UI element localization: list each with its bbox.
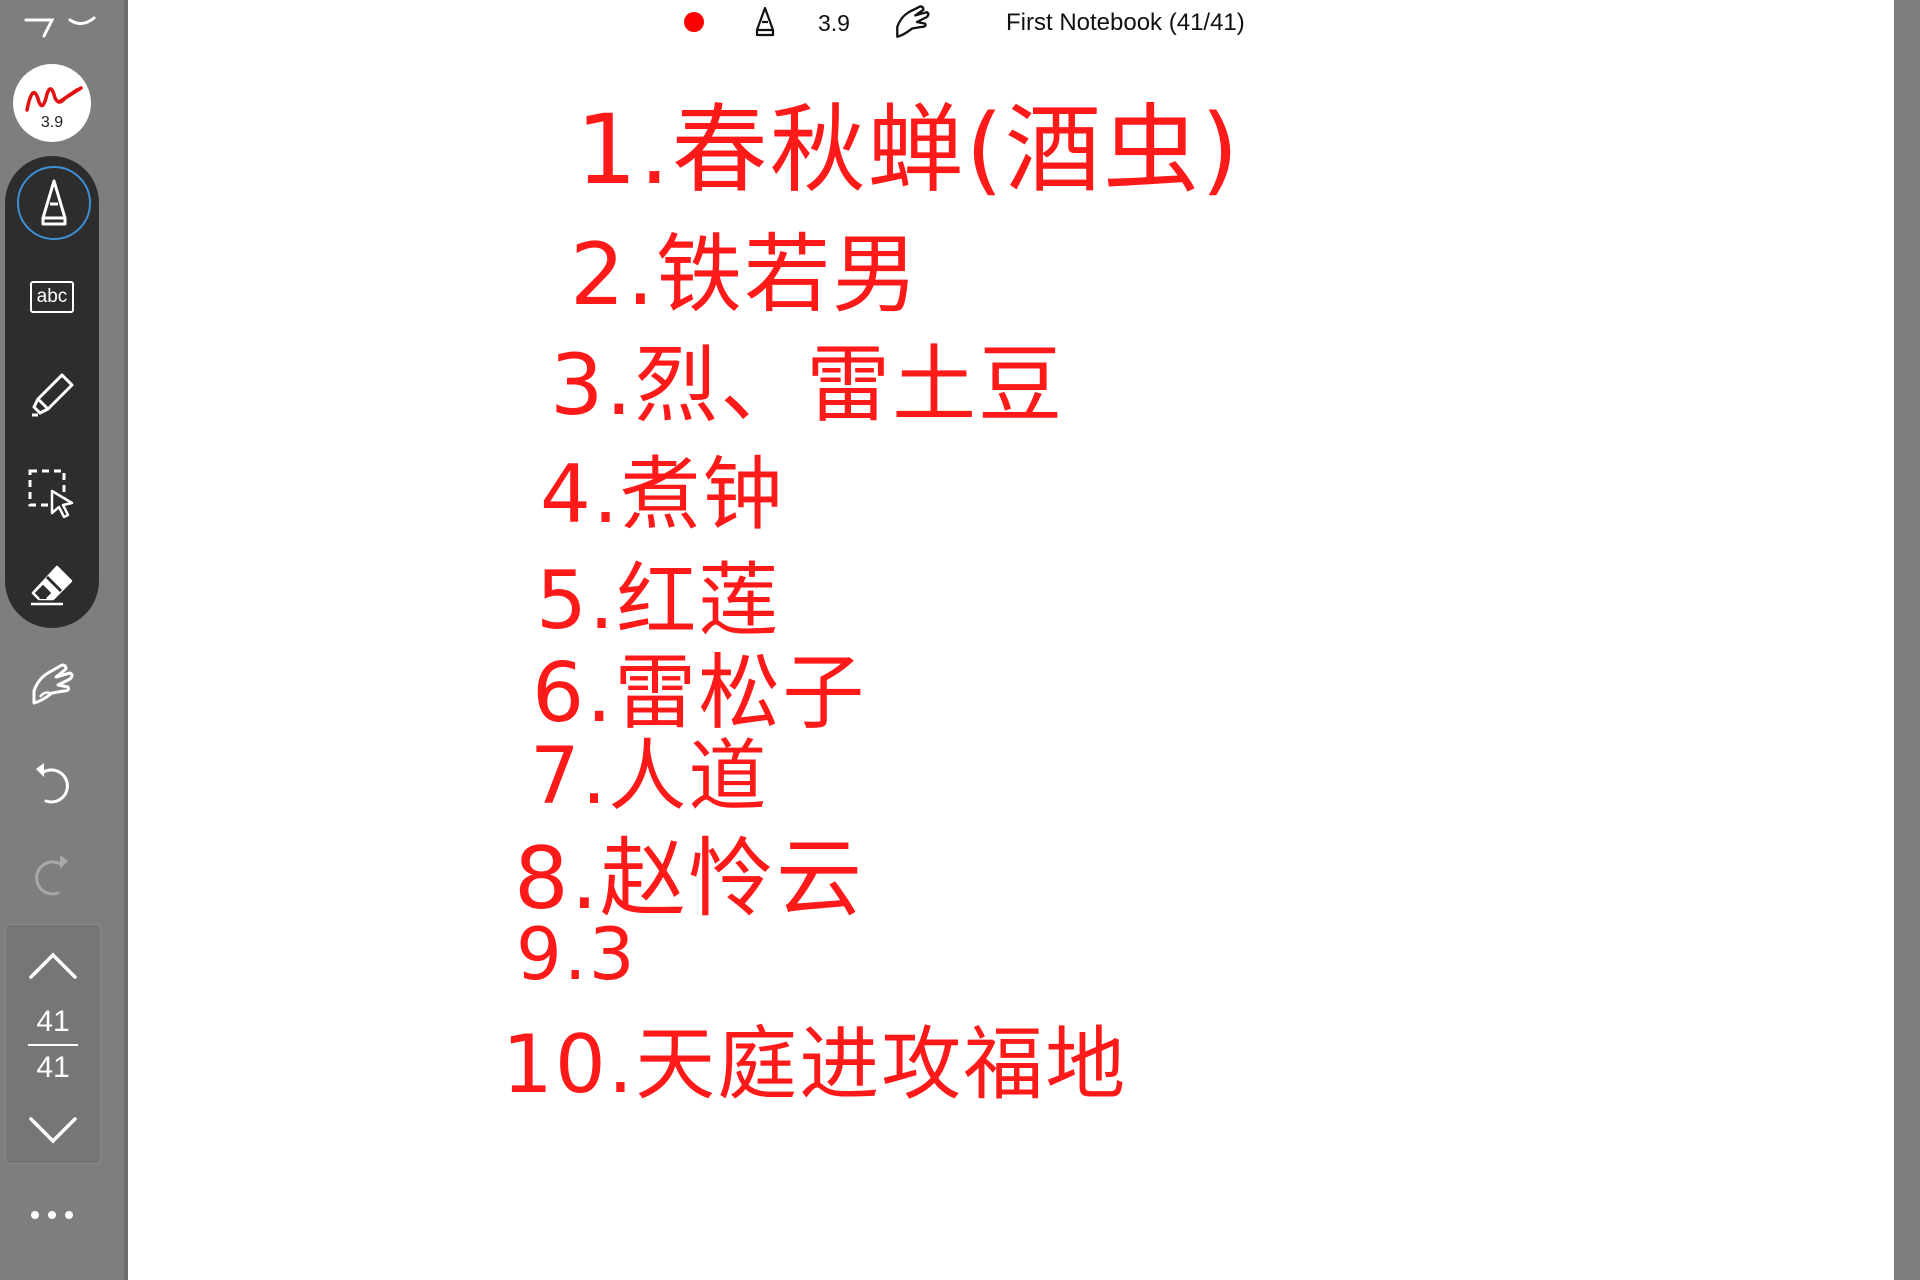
page-navigator: 41 41 xyxy=(5,924,101,1164)
pen-tool-button[interactable] xyxy=(17,166,91,240)
drawing-tools-group: abc xyxy=(5,156,99,628)
more-icon xyxy=(31,1211,73,1219)
current-page-number: 41 xyxy=(36,1005,70,1038)
note-line: 3.烈、雷土豆 xyxy=(550,336,1065,434)
right-scroll-strip[interactable] xyxy=(1894,0,1920,1280)
page-up-icon[interactable] xyxy=(28,951,78,981)
note-line: 9.3 xyxy=(516,912,637,996)
text-box-icon: abc xyxy=(29,281,75,313)
note-line: 2.铁若男 xyxy=(570,225,921,325)
lasso-select-icon xyxy=(28,469,74,519)
more-button[interactable] xyxy=(13,1195,91,1235)
note-line: 10.天庭进攻福地 xyxy=(502,1018,1128,1111)
note-line: 4.煮钟 xyxy=(540,448,785,541)
total-page-number: 41 xyxy=(36,1051,70,1084)
finger-draw-icon[interactable] xyxy=(892,4,932,40)
pen-icon xyxy=(41,179,67,226)
page-fraction-divider xyxy=(28,1044,78,1046)
notebook-title[interactable]: First Notebook (41/41) xyxy=(1006,9,1245,37)
finger-draw-button[interactable] xyxy=(13,650,91,720)
pen-preview-size: 3.9 xyxy=(40,114,64,131)
rail-divider xyxy=(124,0,128,1280)
undo-button[interactable] xyxy=(13,748,91,818)
tool-rail: 3.9 abc 41 41 xyxy=(0,0,128,1280)
highlighter-tool-button[interactable] xyxy=(15,358,89,432)
finger-draw-icon xyxy=(32,663,74,705)
redo-button[interactable] xyxy=(13,840,91,910)
eraser-tool-button[interactable] xyxy=(15,548,89,622)
eraser-icon xyxy=(31,565,73,606)
pen-preview-button[interactable]: 3.9 xyxy=(13,64,91,142)
redo-icon xyxy=(35,855,68,896)
highlighter-icon xyxy=(32,373,74,417)
text-tool-label: abc xyxy=(36,286,68,307)
pen-size-readout[interactable]: 3.9 xyxy=(818,10,850,37)
page-down-icon[interactable] xyxy=(28,1115,78,1145)
undo-icon xyxy=(36,763,69,804)
lasso-select-button[interactable] xyxy=(15,456,89,530)
collapse-icon[interactable] xyxy=(18,6,110,40)
pen-icon[interactable] xyxy=(752,6,778,38)
text-tool-button[interactable]: abc xyxy=(15,260,89,334)
ink-color-swatch[interactable] xyxy=(684,12,704,32)
note-line: 1.春秋蝉(酒虫) xyxy=(576,94,1241,206)
